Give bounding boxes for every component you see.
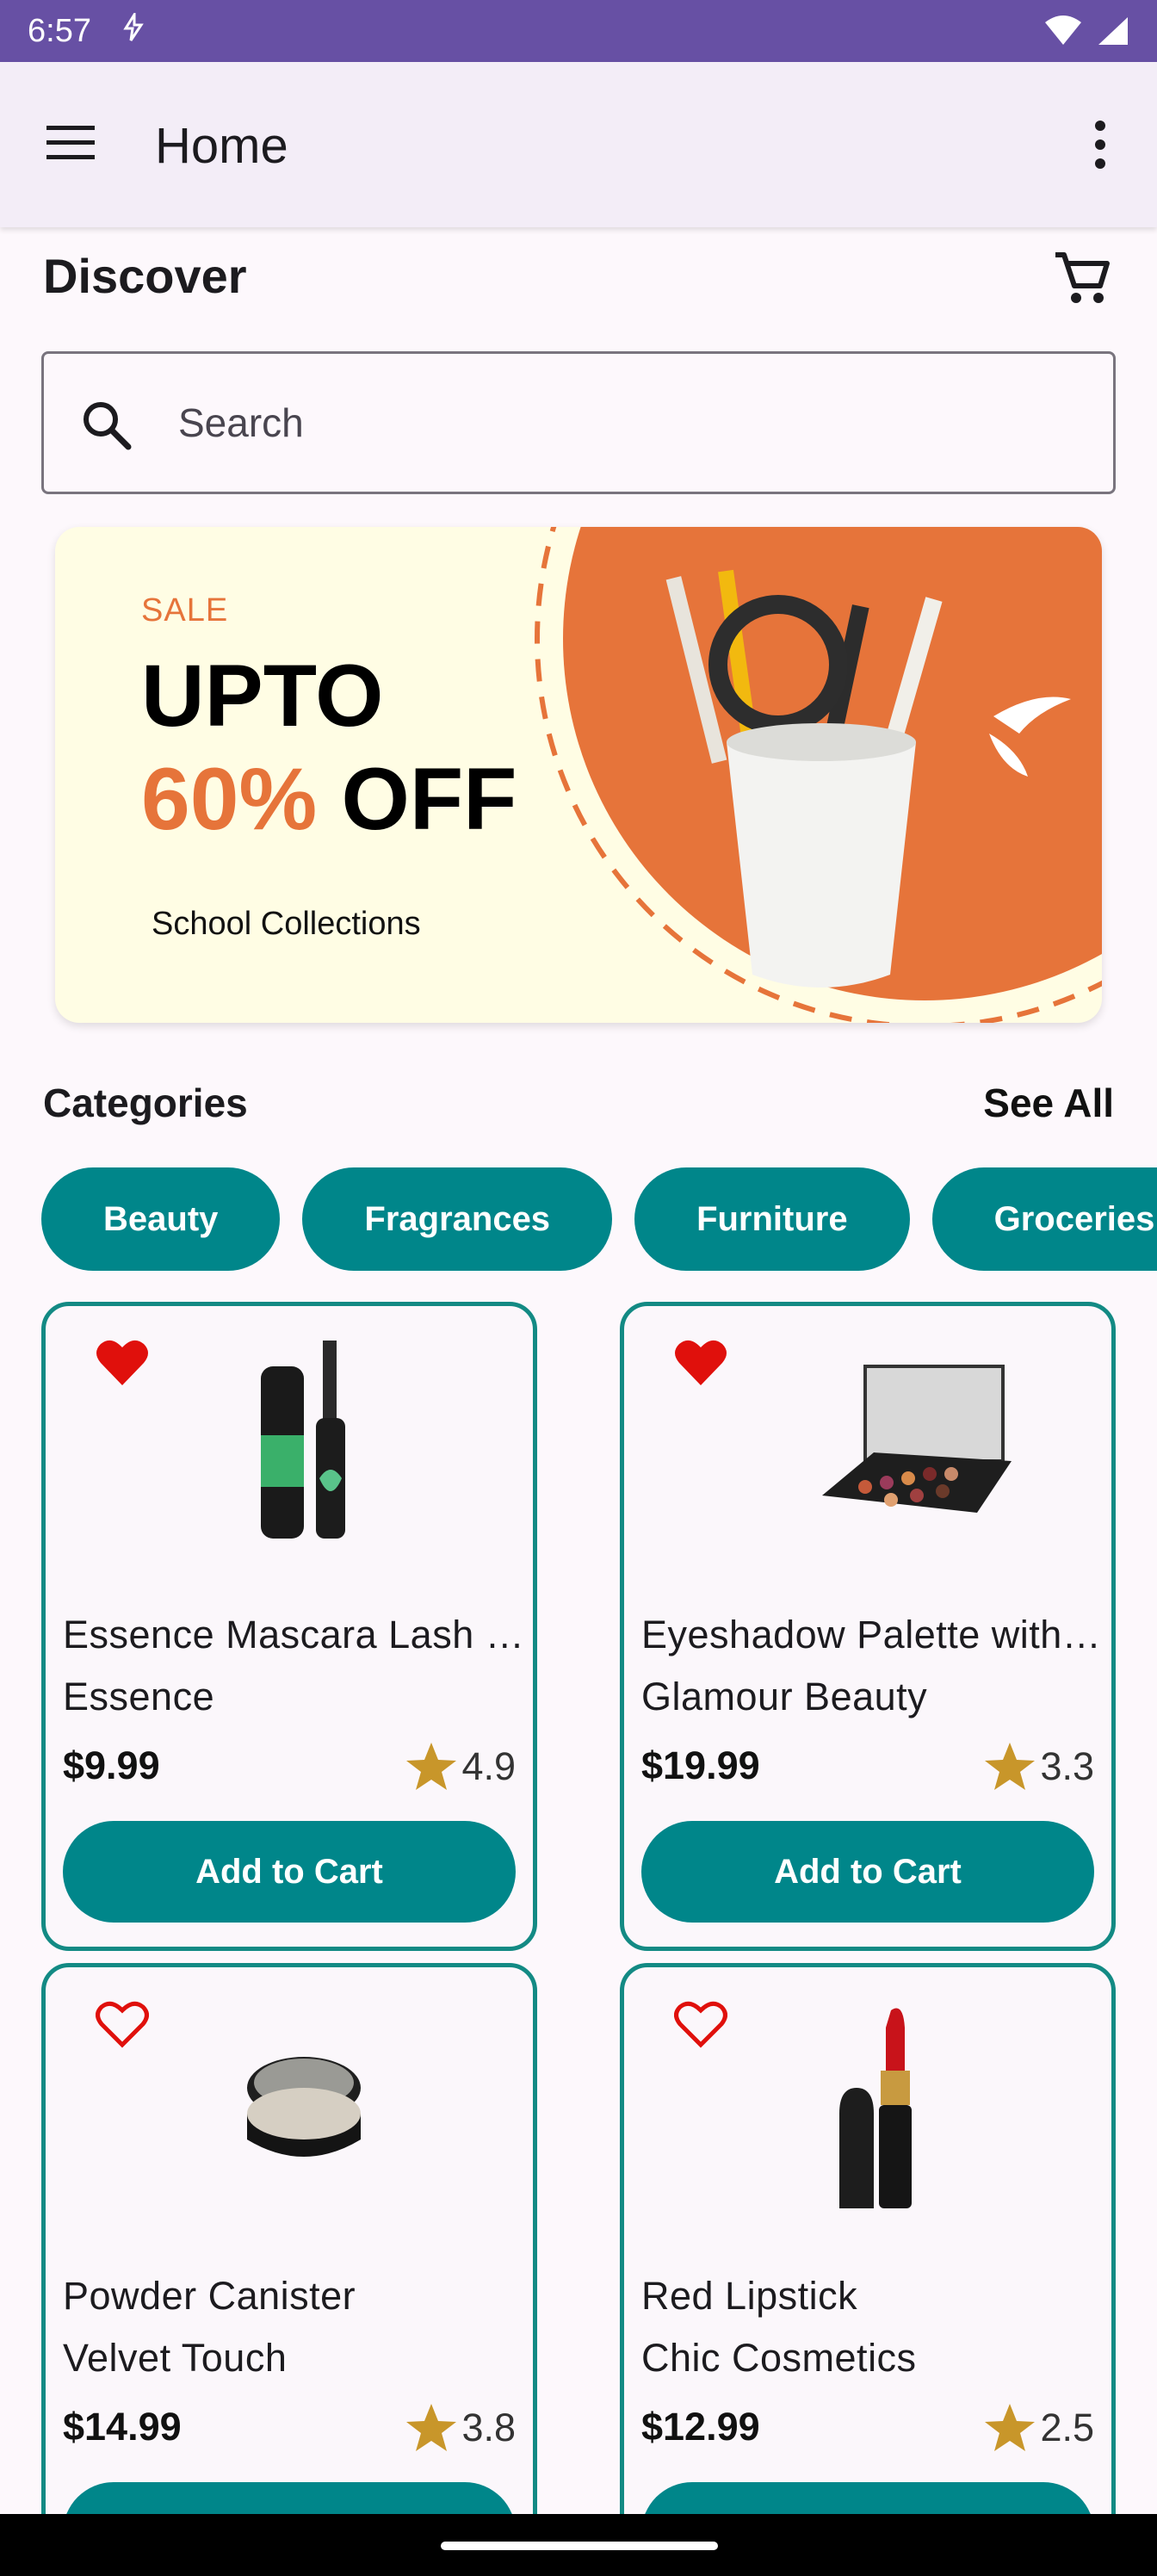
product-brand: Velvet Touch xyxy=(63,2336,288,2380)
status-time: 6:57 xyxy=(28,12,91,49)
signal-icon xyxy=(1098,17,1128,45)
rating-value: 3.3 xyxy=(1040,1744,1094,1788)
see-all-link[interactable]: See All xyxy=(983,1080,1114,1126)
product-name: Red Lipstick xyxy=(641,2274,858,2318)
product-price: $9.99 xyxy=(63,1743,160,1787)
product-brand: Essence xyxy=(63,1675,215,1718)
star-icon xyxy=(406,1743,457,1790)
banner-off: OFF xyxy=(341,750,517,848)
product-image xyxy=(839,2008,912,2208)
more-vert-icon[interactable] xyxy=(1092,119,1109,170)
menu-icon[interactable] xyxy=(45,122,96,164)
product-brand: Glamour Beauty xyxy=(641,1675,928,1718)
discover-title: Discover xyxy=(43,249,247,303)
app-bar: Home xyxy=(0,62,1157,227)
rating-value: 3.8 xyxy=(461,2406,516,2449)
product-brand: Chic Cosmetics xyxy=(641,2336,917,2380)
product-name: Essence Mascara Lash Princess xyxy=(63,1613,528,1656)
search-input[interactable] xyxy=(178,388,1039,457)
product-card[interactable]: Powder Canister Velvet Touch $14.99 3.8 … xyxy=(41,1963,537,2576)
wifi-icon xyxy=(1045,15,1081,45)
search-icon xyxy=(84,402,132,450)
banner-percent: 60% xyxy=(141,750,318,848)
rating-value: 4.9 xyxy=(461,1744,516,1788)
add-to-cart-button[interactable]: Add to Cart xyxy=(641,1821,1094,1923)
product-name: Powder Canister xyxy=(63,2274,356,2318)
product-image xyxy=(822,1365,1012,1513)
category-chip-beauty[interactable]: Beauty xyxy=(41,1167,281,1271)
star-icon xyxy=(406,2404,457,2451)
add-to-cart-button[interactable]: Add to Cart xyxy=(63,1821,516,1923)
categories-title: Categories xyxy=(43,1081,248,1125)
category-chip-groceries[interactable]: Groceries xyxy=(931,1167,1157,1271)
product-card[interactable]: Eyeshadow Palette with Mirror Glamour Be… xyxy=(620,1302,1116,1951)
product-name: Eyeshadow Palette with Mirror xyxy=(641,1613,1106,1656)
rating-value: 2.5 xyxy=(1040,2406,1094,2449)
product-image xyxy=(247,2057,361,2157)
home-gesture-handle[interactable] xyxy=(441,2542,718,2550)
banner-sale-label: SALE xyxy=(141,592,229,629)
status-bar: 6:57 xyxy=(0,0,1157,62)
product-rating: 2.5 xyxy=(983,2401,1094,2455)
sync-icon xyxy=(122,9,145,50)
category-chip-fragrances[interactable]: Fragrances xyxy=(302,1167,613,1271)
search-box[interactable] xyxy=(41,351,1116,494)
product-price: $19.99 xyxy=(641,1743,760,1787)
app-title: Home xyxy=(155,118,288,174)
heart-icon[interactable] xyxy=(674,2000,727,2048)
banner-discount: 60% OFF xyxy=(141,749,517,850)
product-card[interactable]: Essence Mascara Lash Princess Essence $9… xyxy=(41,1302,537,1951)
shopping-cart-icon[interactable] xyxy=(1050,248,1112,310)
banner-collection: School Collections xyxy=(152,906,421,942)
product-rating: 4.9 xyxy=(405,1740,516,1793)
promo-banner[interactable]: SALE UPTO 60% OFF School Collections xyxy=(55,527,1102,1023)
product-price: $14.99 xyxy=(63,2405,182,2449)
product-rating: 3.8 xyxy=(405,2401,516,2455)
heart-icon[interactable] xyxy=(674,1339,727,1387)
product-card[interactable]: Red Lipstick Chic Cosmetics $12.99 2.5 A… xyxy=(620,1963,1116,2576)
banner-upto: UPTO xyxy=(141,647,384,745)
star-icon xyxy=(985,2404,1036,2451)
product-rating: 3.3 xyxy=(983,1740,1094,1793)
product-price: $12.99 xyxy=(641,2405,760,2449)
star-icon xyxy=(985,1743,1036,1790)
status-icons xyxy=(1043,15,1129,46)
product-image xyxy=(261,1341,345,1539)
heart-icon[interactable] xyxy=(96,1339,149,1387)
heart-icon[interactable] xyxy=(96,2000,149,2048)
category-chip-furniture[interactable]: Furniture xyxy=(634,1167,910,1271)
category-chips: Beauty Fragrances Furniture Groceries xyxy=(41,1167,1157,1271)
